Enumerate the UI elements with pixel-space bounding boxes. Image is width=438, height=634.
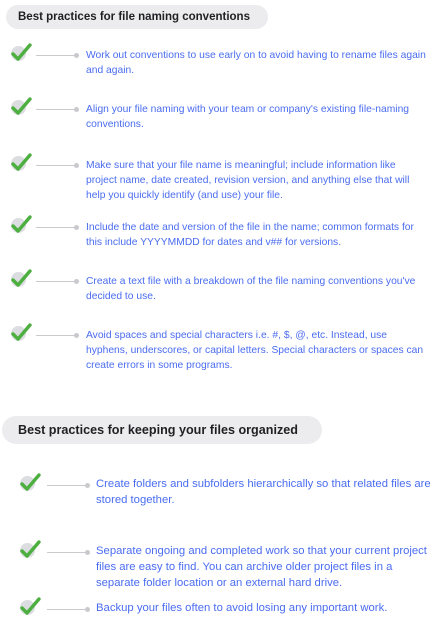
checkmark-icon bbox=[8, 150, 34, 176]
list-item-text: Create folders and subfolders hierarchic… bbox=[96, 478, 431, 506]
list-item-text: Make sure that your file name is meaning… bbox=[86, 160, 410, 201]
connector-line bbox=[36, 107, 79, 112]
checkmark-icon bbox=[8, 212, 34, 238]
connector-line bbox=[36, 333, 79, 338]
section-title-file-organization: Best practices for keeping your files or… bbox=[2, 416, 322, 444]
checkmark-icon bbox=[17, 594, 43, 620]
list-item-text: Avoid spaces and special characters i.e.… bbox=[86, 330, 424, 371]
list-item-text: Separate ongoing and completed work so t… bbox=[96, 545, 427, 589]
connector-line bbox=[36, 279, 79, 284]
list-item-text: Backup your files often to avoid losing … bbox=[96, 602, 388, 614]
checkmark-icon bbox=[8, 40, 34, 66]
checkmark-icon bbox=[8, 94, 34, 120]
connector-line bbox=[36, 225, 79, 230]
connector-line bbox=[36, 163, 79, 168]
list-item-text: Align your file naming with your team or… bbox=[86, 104, 410, 130]
connector-line bbox=[47, 483, 90, 488]
checkmark-icon bbox=[8, 266, 34, 292]
connector-line bbox=[47, 607, 90, 612]
checkmark-icon bbox=[8, 320, 34, 346]
section-title-file-naming: Best practices for file naming conventio… bbox=[6, 5, 268, 29]
checkmark-icon bbox=[17, 537, 43, 563]
list-item-text: Create a text file with a breakdown of t… bbox=[86, 276, 416, 302]
connector-line bbox=[47, 550, 90, 555]
checkmark-icon bbox=[17, 470, 43, 496]
list-item-text: Work out conventions to use early on to … bbox=[86, 50, 426, 76]
connector-line bbox=[36, 53, 79, 58]
list-item-text: Include the date and version of the file… bbox=[86, 222, 414, 248]
